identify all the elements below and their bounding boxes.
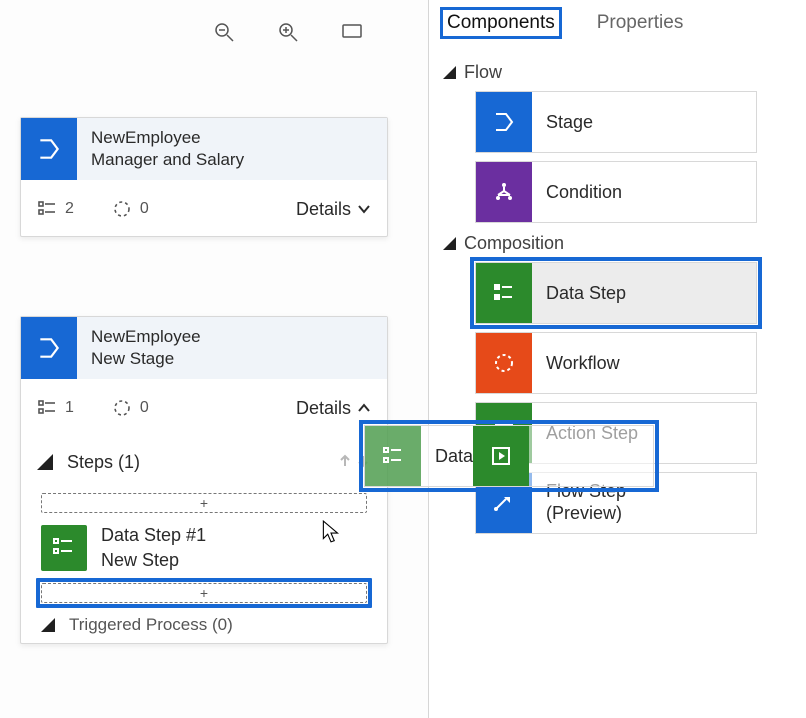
stage-details-toggle[interactable]: Details <box>296 398 371 419</box>
data-step-icon <box>476 263 532 323</box>
component-stage-label: Stage <box>532 92 756 152</box>
fit-screen-icon <box>341 21 363 43</box>
stage-steps-value: 1 <box>65 399 74 417</box>
stage-card-new-stage[interactable]: NewEmployee New Stage 1 0 Details Steps … <box>20 316 388 644</box>
workflow-icon <box>112 199 132 219</box>
component-workflow-label: Workflow <box>532 333 756 393</box>
section-composition-header[interactable]: Composition <box>443 233 792 254</box>
stage-title-label: Manager and Salary <box>91 150 244 170</box>
workflow-icon <box>112 398 132 418</box>
component-data-step-label: Data Step <box>532 263 756 323</box>
step-item-data-step-1[interactable]: Data Step #1 New Step <box>21 519 387 577</box>
zoom-in-button[interactable] <box>274 18 302 46</box>
collapse-triangle-icon <box>443 66 456 79</box>
section-flow-label: Flow <box>464 62 502 83</box>
stage-workflows-count: 0 <box>112 199 149 219</box>
details-label: Details <box>296 199 351 220</box>
stage-workflows-value: 0 <box>140 399 149 417</box>
stage-header[interactable]: NewEmployee Manager and Salary <box>21 118 387 180</box>
triggered-process-label: Triggered Process (0) <box>69 615 233 635</box>
stage-workflows-count: 0 <box>112 398 149 418</box>
zoom-out-button[interactable] <box>210 18 238 46</box>
drop-plus-label: + <box>200 585 208 601</box>
collapse-triangle-icon <box>41 618 55 632</box>
component-stage[interactable]: Stage <box>475 91 757 153</box>
data-step-icon <box>41 525 87 571</box>
stage-icon <box>21 317 77 379</box>
chevron-down-icon <box>357 202 371 216</box>
component-data-step[interactable]: Data Step <box>475 262 757 324</box>
stage-title-label: New Stage <box>91 349 201 369</box>
component-condition-label: Condition <box>532 162 756 222</box>
collapse-triangle-icon <box>37 454 53 470</box>
section-composition-label: Composition <box>464 233 564 254</box>
chevron-up-icon <box>357 401 371 415</box>
steps-section-label: Steps (1) <box>67 452 140 473</box>
step-title: Data Step #1 <box>101 525 206 546</box>
steps-icon <box>37 398 57 418</box>
stage-card-manager-and-salary[interactable]: NewEmployee Manager and Salary 2 0 Detai… <box>20 117 388 237</box>
stage-details-toggle[interactable]: Details <box>296 199 371 220</box>
zoom-in-icon <box>277 21 299 43</box>
stage-icon <box>476 92 532 152</box>
drop-target-after[interactable]: + <box>41 583 367 603</box>
zoom-out-icon <box>213 21 235 43</box>
action-step-icon <box>473 426 529 486</box>
step-subtitle: New Step <box>101 550 206 571</box>
tab-properties[interactable]: Properties <box>593 10 688 36</box>
panel-tabs: Components Properties <box>429 0 806 42</box>
collapse-triangle-icon <box>443 237 456 250</box>
designer-canvas[interactable]: NewEmployee Manager and Salary 2 0 Detai… <box>0 0 428 718</box>
drag-ghost-data-step: Data Step <box>364 425 654 487</box>
details-label: Details <box>296 398 351 419</box>
component-condition[interactable]: Condition <box>475 161 757 223</box>
steps-section-header[interactable]: Steps (1) <box>21 437 387 487</box>
stage-entity-label: NewEmployee <box>91 327 201 347</box>
stage-header[interactable]: NewEmployee New Stage <box>21 317 387 379</box>
stage-steps-value: 2 <box>65 200 74 218</box>
steps-icon <box>37 199 57 219</box>
arrow-up-icon <box>337 454 353 470</box>
fit-to-screen-button[interactable] <box>338 18 366 46</box>
component-workflow[interactable]: Workflow <box>475 332 757 394</box>
data-step-icon <box>365 426 421 486</box>
stage-steps-count: 1 <box>37 398 74 418</box>
drop-plus-label: + <box>200 495 208 511</box>
stage-icon <box>21 118 77 180</box>
workflow-icon <box>476 333 532 393</box>
section-flow-header[interactable]: Flow <box>443 62 792 83</box>
condition-icon <box>476 162 532 222</box>
zoom-toolbar <box>210 18 366 46</box>
stage-steps-count: 2 <box>37 199 74 219</box>
drop-target-before[interactable]: + <box>41 493 367 513</box>
triggered-process-header[interactable]: Triggered Process (0) <box>21 609 387 641</box>
stage-entity-label: NewEmployee <box>91 128 244 148</box>
stage-workflows-value: 0 <box>140 200 149 218</box>
components-panel: Components Properties Flow Stage Conditi… <box>428 0 806 718</box>
tab-components[interactable]: Components <box>443 10 559 36</box>
